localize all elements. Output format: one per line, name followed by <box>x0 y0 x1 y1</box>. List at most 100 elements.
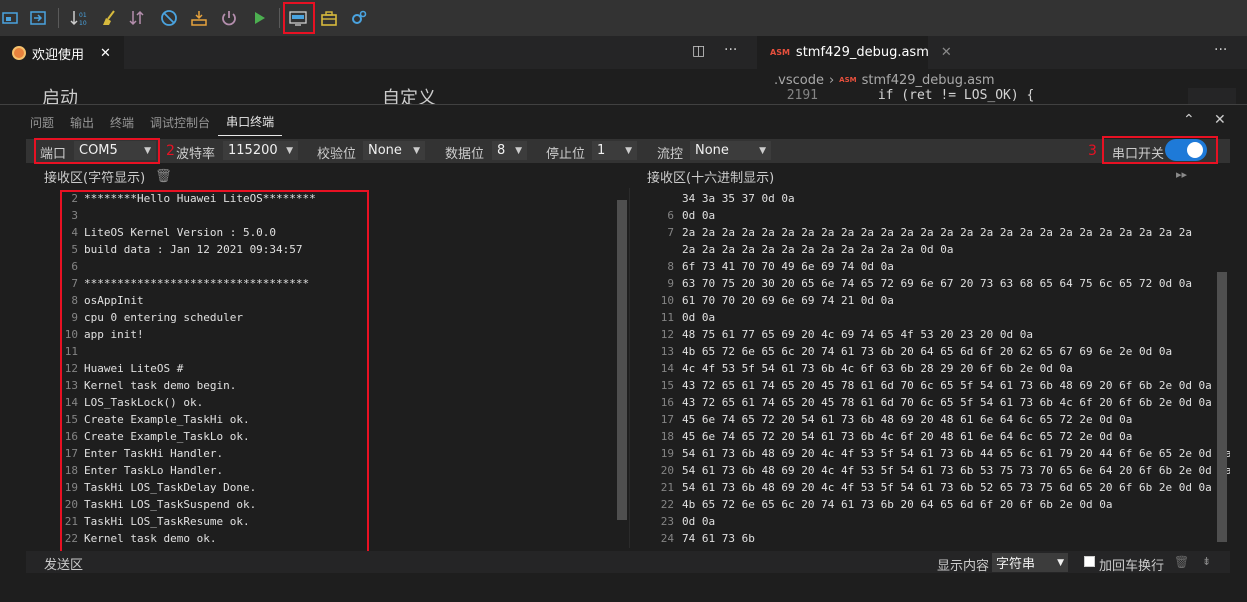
hex-bytes: 4c 4f 53 5f 54 61 73 6b 4c 6f 63 6b 28 2… <box>682 362 1073 375</box>
code-line-number: 2191 <box>786 88 818 103</box>
close-icon[interactable]: ✕ <box>100 46 111 61</box>
close-icon[interactable]: ✕ <box>941 45 952 60</box>
databits-select[interactable]: 8 ▼ <box>492 141 527 160</box>
recv-text-header: 接收区(字符显示) 🗑 <box>26 166 629 186</box>
parity-select[interactable]: None ▼ <box>363 141 425 160</box>
recv-hex-scrollbar[interactable] <box>1217 272 1227 542</box>
recv-text-label: 接收区(字符显示) <box>44 170 146 186</box>
panel-tabs: 问题 输出 终端 调试控制台 串口终端 <box>22 108 283 136</box>
hex-bytes: 61 70 70 20 69 6e 69 74 21 0d 0a <box>682 294 894 307</box>
hex-bytes: 34 3a 35 37 0d 0a <box>682 192 795 205</box>
hex-bytes: 2a 2a 2a 2a 2a 2a 2a 2a 2a 2a 2a 2a 2a 2… <box>682 226 1192 256</box>
databits-label: 数据位 <box>445 147 485 162</box>
tab-welcome[interactable]: 欢迎使用 ✕ <box>0 36 124 69</box>
crlf-checkbox[interactable] <box>1084 556 1095 567</box>
window-icon[interactable] <box>0 7 22 29</box>
baud-value: 115200 <box>228 143 278 158</box>
tab-debug-console[interactable]: 调试控制台 <box>142 108 218 136</box>
tab-asm-label: stmf429_debug.asm <box>795 45 929 60</box>
broom-clean-icon[interactable] <box>98 7 120 29</box>
hex-row: 7 2a 2a 2a 2a 2a 2a 2a 2a 2a 2a 2a 2a 2a … <box>630 224 1230 258</box>
hex-row: 11 0d 0a <box>630 309 1230 326</box>
minimap[interactable] <box>1188 88 1236 104</box>
tab-asm-file[interactable]: ASM stmf429_debug.asm ✕ <box>758 36 952 69</box>
hex-row: 21 54 61 73 6b 48 69 20 4c 4f 53 5f 54 61… <box>630 479 1230 496</box>
dropdown-arrow-icon: ▼ <box>286 145 293 156</box>
code-text: if (ret != LOS_OK) { <box>877 88 1035 103</box>
dropdown-arrow-icon: ▼ <box>1057 557 1064 568</box>
sort-download-icon[interactable]: 01 10 <box>68 7 90 29</box>
recv-hex-area[interactable]: 34 3a 35 37 0d 0a 6 0d 0a 7 2a 2a 2a 2a 2a 2… <box>629 188 1230 548</box>
port-select[interactable]: COM5 ▼ <box>74 141 156 160</box>
svg-text:10: 10 <box>79 20 87 27</box>
chevron-up-icon[interactable]: ⌃ <box>1183 112 1195 128</box>
line-number: 6 <box>667 209 674 222</box>
recv-hex-label: 接收区(十六进制显示) <box>647 170 775 186</box>
breadcrumb-folder[interactable]: .vscode <box>774 73 824 88</box>
sort-upload-icon[interactable] <box>127 7 149 29</box>
hex-row: 20 54 61 73 6b 48 69 20 4c 4f 53 5f 54 61… <box>630 462 1230 479</box>
serial-switch-label: 串口开关 <box>1112 147 1165 162</box>
close-panel-icon[interactable]: ✕ <box>1214 112 1226 128</box>
recv-hex-header: 接收区(十六进制显示) <box>629 166 1230 186</box>
stopbits-label: 停止位 <box>546 147 586 162</box>
line-number: 16 <box>660 396 674 409</box>
expand-right-icon[interactable]: ▸▸ <box>1176 168 1187 181</box>
hex-bytes: 54 61 73 6b 48 69 20 4c 4f 53 5f 54 61 7… <box>682 464 1230 477</box>
hex-row: 16 43 72 65 61 74 65 20 45 78 61 6d 70 6c… <box>630 394 1230 411</box>
line-number: 13 <box>660 345 674 358</box>
recv-hex-lines: 34 3a 35 37 0d 0a 6 0d 0a 7 2a 2a 2a 2a 2a 2… <box>630 190 1230 547</box>
collapse-down-icon[interactable]: ⇟ <box>1202 555 1211 568</box>
display-content-value: 字符串 <box>996 557 1036 572</box>
line-number: 12 <box>660 328 674 341</box>
send-label: 发送区 <box>44 558 84 573</box>
code-line[interactable]: 2191 if (ret != LOS_OK) { <box>758 88 1188 104</box>
hex-bytes: 6f 73 41 70 70 49 6e 69 74 0d 0a <box>682 260 894 273</box>
tab-welcome-label: 欢迎使用 <box>32 47 85 63</box>
display-content-label: 显示内容 <box>937 559 990 574</box>
hex-row: 8 6f 73 41 70 70 49 6e 69 74 0d 0a <box>630 258 1230 275</box>
power-icon[interactable] <box>218 7 240 29</box>
run-play-icon[interactable] <box>248 7 270 29</box>
send-input-area[interactable] <box>26 573 1230 602</box>
toolbox-icon[interactable] <box>318 7 340 29</box>
trash-icon[interactable]: 🗑 <box>1174 555 1189 569</box>
hex-row: 34 3a 35 37 0d 0a <box>630 190 1230 207</box>
stop-ban-icon[interactable] <box>158 7 180 29</box>
hex-row: 6 0d 0a <box>630 207 1230 224</box>
settings-gears-icon[interactable] <box>348 7 370 29</box>
flow-select[interactable]: None ▼ <box>690 141 771 160</box>
more-actions-icon[interactable]: ··· <box>1214 42 1227 58</box>
chevron-right-icon: › <box>828 72 835 88</box>
tab-output[interactable]: 输出 <box>62 108 102 136</box>
display-content-select[interactable]: 字符串 ▼ <box>992 553 1068 572</box>
annotation-box-recv-text <box>60 190 369 554</box>
tab-terminal[interactable]: 终端 <box>102 108 142 136</box>
split-editor-icon[interactable]: ◫ <box>692 43 705 59</box>
line-number: 7 <box>667 226 674 239</box>
hex-row: 18 45 6e 74 65 72 20 54 61 73 6b 4c 6f 20… <box>630 428 1230 445</box>
dropdown-arrow-icon: ▼ <box>144 145 151 156</box>
hex-bytes: 45 6e 74 65 72 20 54 61 73 6b 48 69 20 4… <box>682 413 1133 426</box>
baud-select[interactable]: 115200 ▼ <box>223 141 298 160</box>
more-actions-icon[interactable]: ··· <box>724 42 737 58</box>
welcome-start-heading: 启动 <box>42 88 78 104</box>
breadcrumb-file[interactable]: stmf429_debug.asm <box>862 73 995 88</box>
line-number: 9 <box>667 277 674 290</box>
stopbits-select[interactable]: 1 ▼ <box>592 141 637 160</box>
burn-download-icon[interactable] <box>188 7 210 29</box>
dropdown-arrow-icon: ▼ <box>515 145 522 156</box>
hex-bytes: 45 6e 74 65 72 20 54 61 73 6b 4c 6f 20 4… <box>682 430 1133 443</box>
hex-row: 15 43 72 65 61 74 65 20 45 78 61 6d 70 6c… <box>630 377 1230 394</box>
hex-row: 10 61 70 70 20 69 6e 69 74 21 0d 0a <box>630 292 1230 309</box>
hex-row: 17 45 6e 74 65 72 20 54 61 73 6b 48 69 20… <box>630 411 1230 428</box>
line-number: 21 <box>660 481 674 494</box>
export-window-icon[interactable] <box>27 7 49 29</box>
port-value: COM5 <box>79 143 118 158</box>
recv-text-scrollbar[interactable] <box>617 200 627 520</box>
tab-problems[interactable]: 问题 <box>22 108 62 136</box>
tab-serial-terminal[interactable]: 串口终端 <box>218 108 283 136</box>
asm-file-icon: ASM <box>770 48 790 57</box>
trash-icon[interactable]: 🗑 <box>155 169 172 184</box>
line-number: 20 <box>660 464 674 477</box>
